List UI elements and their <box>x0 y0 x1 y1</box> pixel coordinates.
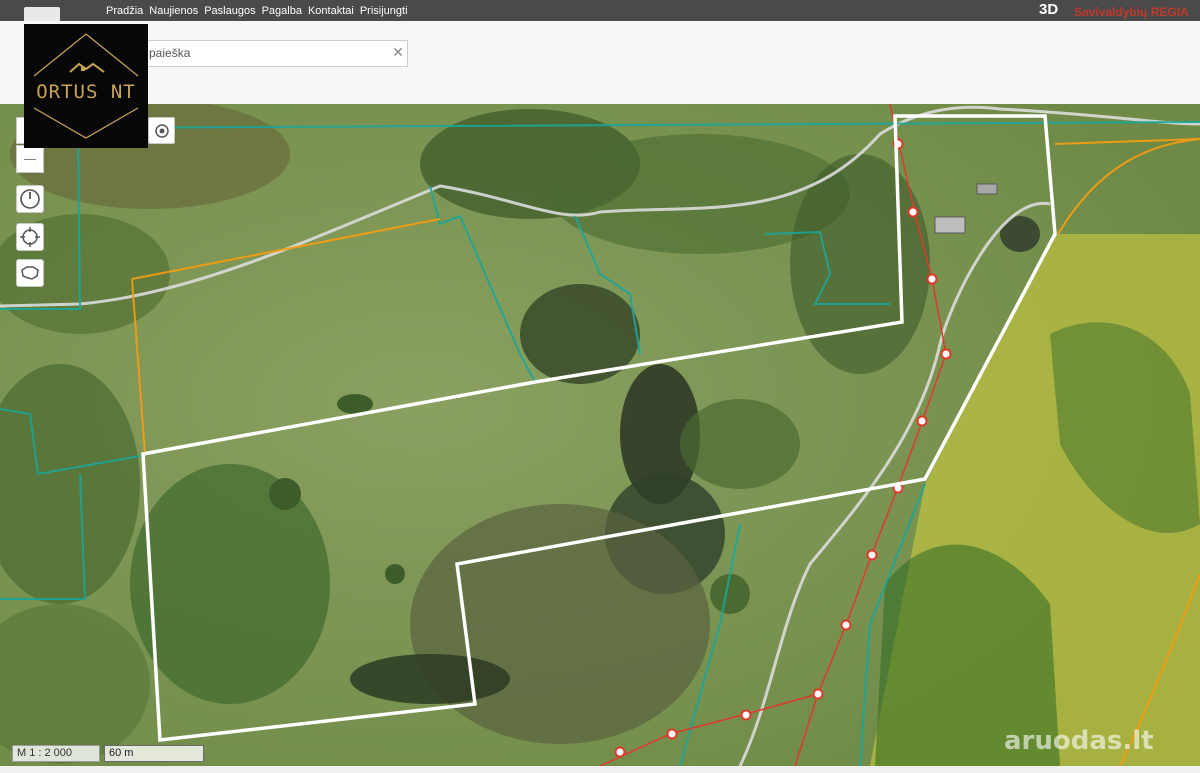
nav-contacts[interactable]: Kontaktai <box>308 5 354 17</box>
crosshair-icon <box>20 227 40 247</box>
compass-icon <box>20 189 40 209</box>
close-icon[interactable]: ✕ <box>388 41 408 66</box>
top-bar: Pradžia Naujienos Paslaugos Pagalba Kont… <box>0 0 1200 23</box>
3d-toggle[interactable]: 3D <box>1039 1 1058 18</box>
scale-bar: 60 m <box>104 745 204 762</box>
nav-login[interactable]: Prisijungti <box>360 5 408 17</box>
nav-news[interactable]: Naujienos <box>149 5 198 17</box>
full-extent-button[interactable] <box>16 259 44 287</box>
nav-home[interactable]: Pradžia <box>106 5 143 17</box>
my-location-button[interactable] <box>148 117 175 144</box>
country-outline-icon <box>21 266 39 280</box>
target-icon <box>154 123 169 138</box>
brand-logo: ORTUS NT <box>24 24 148 148</box>
nav-services[interactable]: Paslaugos <box>204 5 255 17</box>
regia-title: Savivaldybių REGIA <box>1074 5 1189 19</box>
aruodas-watermark: aruodas.lt <box>1004 726 1154 756</box>
compass-button[interactable] <box>16 185 44 213</box>
scale-ratio: M 1 : 2 000 <box>12 745 100 762</box>
minus-icon: — <box>23 151 37 167</box>
zoom-out-button[interactable]: — <box>16 145 44 173</box>
brand-name: ORTUS NT <box>36 81 136 103</box>
main-nav: Pradžia Naujienos Paslaugos Pagalba Kont… <box>106 0 414 21</box>
locate-button[interactable] <box>16 223 44 251</box>
nav-help[interactable]: Pagalba <box>262 5 302 17</box>
bottom-bar <box>0 766 1200 773</box>
map-canvas[interactable] <box>0 104 1200 766</box>
map-view[interactable] <box>0 104 1200 766</box>
search-input[interactable]: paieška <box>140 40 408 67</box>
